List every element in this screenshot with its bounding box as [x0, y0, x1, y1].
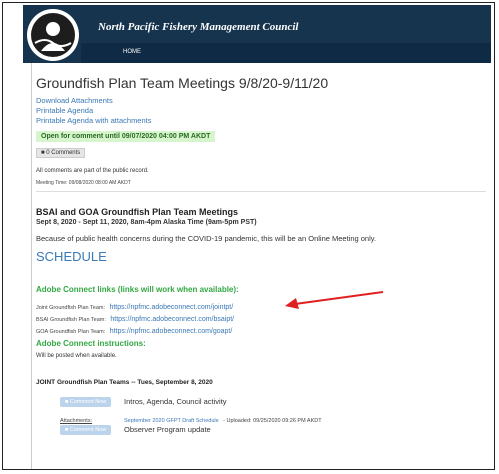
comment-now-label: Comment Now	[69, 399, 107, 405]
comments-button-label: 0 Comments	[46, 150, 81, 156]
agenda-day-heading: JOINT Groundfish Plan Teams -- Tues, Sep…	[36, 379, 213, 386]
attachment-link[interactable]: September 2020 GFPT Draft Schedule	[124, 418, 219, 424]
logo-emblem	[31, 13, 75, 57]
adobe-instructions-heading: Adobe Connect instructions:	[36, 339, 146, 348]
team-label: GOA Groundfish Plan Team:	[36, 329, 106, 335]
site-header: North Pacific Fishery Management Council…	[23, 5, 491, 63]
main-content: Groundfish Plan Team Meetings 9/8/20-9/1…	[31, 63, 492, 469]
org-title: North Pacific Fishery Management Council	[98, 21, 299, 33]
printable-agenda-link[interactable]: Printable Agenda	[36, 106, 93, 115]
section-divider	[36, 191, 486, 192]
meeting-time: Meeting Time: 09/08/2020 08:00 AM AKDT	[36, 180, 131, 186]
comment-bubble-icon: ■	[65, 427, 69, 433]
comment-now-label: Comment Now	[69, 427, 107, 433]
comment-now-button[interactable]: ■ Comment Now	[60, 425, 112, 435]
agenda-item-title: Intros, Agenda, Council activity	[124, 397, 227, 406]
nav-bar: HOME	[81, 43, 491, 63]
council-logo[interactable]	[27, 9, 79, 61]
annotation-arrow-icon	[285, 291, 384, 309]
adobe-links-heading: Adobe Connect links (links will work whe…	[36, 285, 239, 294]
open-for-comment-badge: Open for comment until 09/07/2020 04:00 …	[36, 131, 216, 142]
team-link-row: GOA Groundfish Plan Team: https://npfmc.…	[36, 320, 232, 338]
goa-team-url[interactable]: https://npfmc.adobeconnect.com/goapt/	[110, 328, 233, 335]
comment-bubble-icon: ■	[65, 399, 69, 405]
comment-now-button[interactable]: ■ Comment Now	[60, 397, 112, 407]
nav-home-link[interactable]: HOME	[123, 49, 141, 55]
download-attachments-link[interactable]: Download Attachments	[36, 96, 113, 105]
adobe-instructions-text: Will be posted when available.	[36, 353, 117, 359]
fisherman-emblem-icon	[34, 22, 72, 51]
schedule-link[interactable]: SCHEDULE	[36, 249, 107, 264]
online-meeting-notice: Because of public health concerns during…	[36, 234, 377, 243]
attachment-meta: - Uploaded: 09/25/2020 09:26 PM AKDT	[223, 418, 322, 424]
public-record-note: All comments are part of the public reco…	[36, 168, 149, 174]
meeting-dates: Sept 8, 2020 - Sept 11, 2020, 8am-4pm Al…	[36, 219, 257, 226]
attachments-label: Attachments:	[60, 418, 93, 424]
printable-agenda-attachments-link[interactable]: Printable Agenda with attachments	[36, 116, 152, 125]
comments-button[interactable]: ■ 0 Comments	[36, 148, 86, 158]
comment-bubble-icon: ■	[41, 150, 45, 156]
screenshot-frame: North Pacific Fishery Management Council…	[2, 2, 495, 470]
agenda-item-title: Observer Program update	[124, 425, 211, 434]
meeting-heading: BSAI and GOA Groundfish Plan Team Meetin…	[36, 207, 239, 217]
page-title: Groundfish Plan Team Meetings 9/8/20-9/1…	[36, 75, 329, 91]
